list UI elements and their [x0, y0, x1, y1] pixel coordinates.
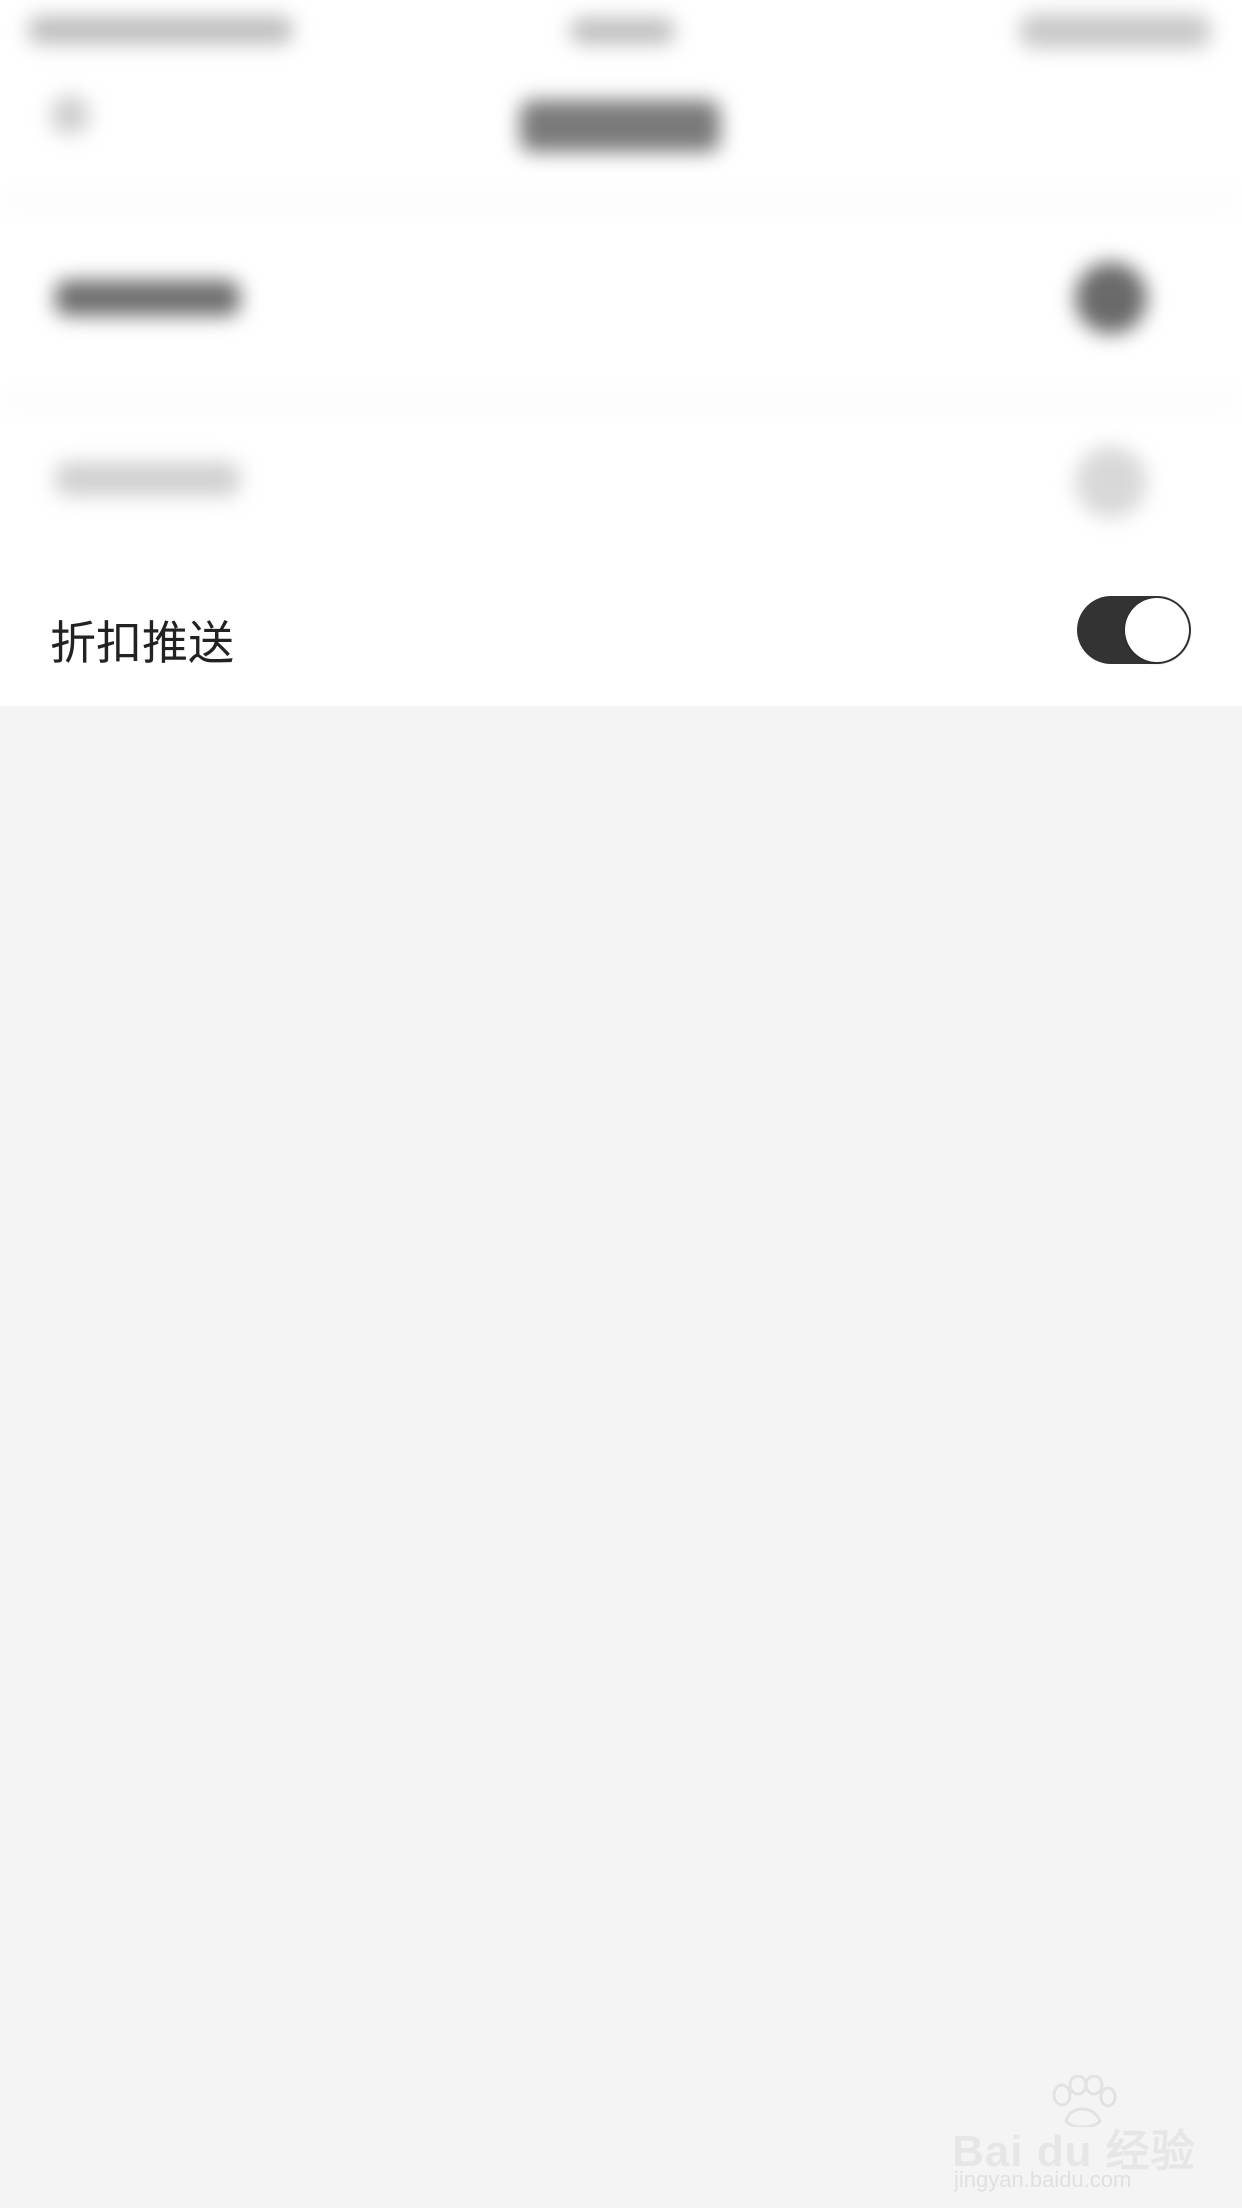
divider: [0, 200, 1242, 203]
back-arrow-icon[interactable]: [50, 95, 90, 135]
toggle-knob: [1125, 598, 1189, 662]
status-bar-time: [570, 18, 675, 44]
baidu-watermark: Bai du 经验 jingyan.baidu.com: [950, 2075, 1220, 2192]
discount-push-label: 折扣推送: [50, 616, 234, 670]
status-bar-battery-icon: [1020, 14, 1210, 48]
blurred-row-label: [55, 462, 240, 496]
blurred-row-label: [55, 280, 240, 316]
blurred-header-area: 折扣推送: [0, 0, 1242, 706]
blurred-row-switch[interactable]: [1075, 262, 1147, 334]
blurred-row-switch[interactable]: [1075, 446, 1147, 518]
discount-push-toggle[interactable]: [1077, 596, 1191, 664]
watermark-url: jingyan.baidu.com: [954, 2167, 1132, 2192]
status-bar-left: [28, 16, 293, 44]
discount-push-row: 折扣推送: [0, 580, 1242, 706]
page-title: [520, 100, 720, 152]
divider: [0, 400, 1242, 403]
